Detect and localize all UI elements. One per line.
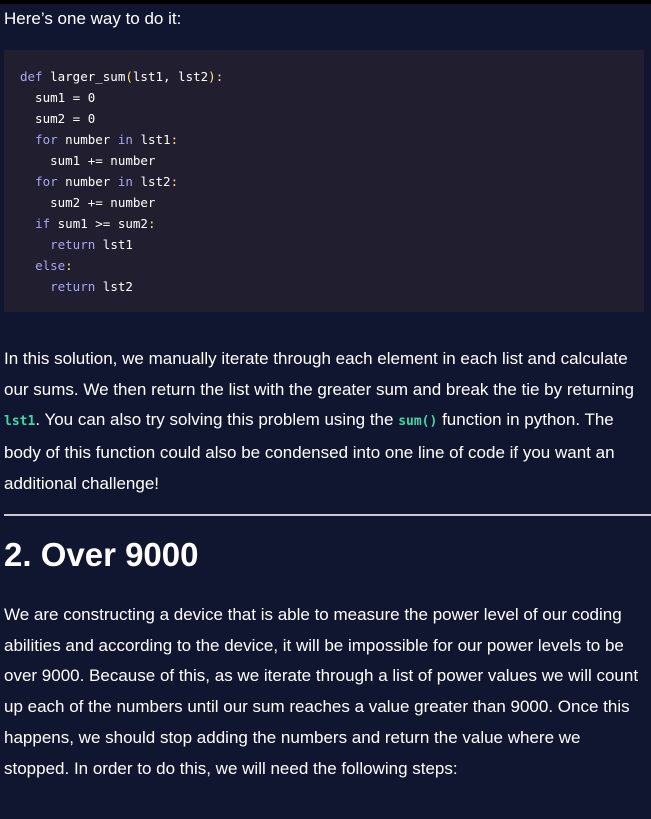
code-token: sum2 += number: [20, 195, 156, 210]
code-line: sum2 += number: [20, 192, 644, 213]
section-heading: 2. Over 9000: [4, 536, 199, 573]
code-line: sum2 = 0: [20, 108, 644, 129]
code-token: sum1 += number: [20, 153, 156, 168]
code-line: for number in lst2:: [20, 171, 644, 192]
code-token: lst1: [95, 237, 133, 252]
intro-text: Here’s one way to do it:: [4, 9, 182, 28]
code-token: sum1 = 0: [20, 90, 96, 105]
code-token: number: [57, 132, 118, 147]
top-bar: [0, 0, 651, 4]
code-keyword: for: [35, 132, 58, 147]
section-paragraph: We are constructing a device that is abl…: [4, 605, 639, 778]
code-punctuation: ):: [208, 69, 224, 84]
code-token: lst1, lst2: [132, 69, 209, 84]
code-line: if sum1 >= sum2:: [20, 213, 644, 234]
code-token: lst2: [95, 279, 133, 294]
code-punctuation: :: [170, 132, 179, 147]
code-line: sum1 = 0: [20, 87, 644, 108]
code-token: larger_sum: [42, 69, 126, 84]
solution-text-2: . You can also try solving this problem …: [35, 410, 399, 430]
code-punctuation: (: [125, 69, 133, 84]
code-keyword: if: [35, 216, 51, 231]
solution-text-1: In this solution, we manually iterate th…: [4, 349, 634, 399]
code-keyword: return: [50, 279, 96, 294]
code-line: for number in lst1:: [20, 129, 644, 150]
code-keyword: for: [35, 174, 58, 189]
code-punctuation: :: [65, 258, 73, 273]
code-line: return lst2: [20, 276, 644, 297]
code-token: sum1 >= sum2: [50, 216, 148, 231]
code-line: return lst1: [20, 234, 644, 255]
code-keyword: else: [35, 258, 66, 273]
code-line: sum1 += number: [20, 150, 644, 171]
code-keyword: in: [117, 132, 133, 147]
code-keyword: def: [20, 69, 43, 84]
code-punctuation: :: [147, 216, 156, 231]
code-block: def larger_sum(lst1, lst2): sum1 = 0 sum…: [4, 50, 644, 312]
code-token: number: [57, 174, 118, 189]
inline-code-lst1: lst1: [4, 414, 36, 430]
code-punctuation: :: [170, 174, 179, 189]
code-token: lst1: [132, 132, 171, 147]
section-divider: [4, 514, 651, 516]
inline-code-sum: sum(): [398, 414, 438, 430]
code-token: sum2 = 0: [20, 111, 96, 126]
code-line: def larger_sum(lst1, lst2):: [20, 66, 644, 87]
code-token: lst2: [132, 174, 171, 189]
code-keyword: return: [50, 237, 96, 252]
code-line: else:: [20, 255, 644, 276]
solution-paragraph: In this solution, we manually iterate th…: [4, 344, 647, 500]
code-keyword: in: [117, 174, 133, 189]
